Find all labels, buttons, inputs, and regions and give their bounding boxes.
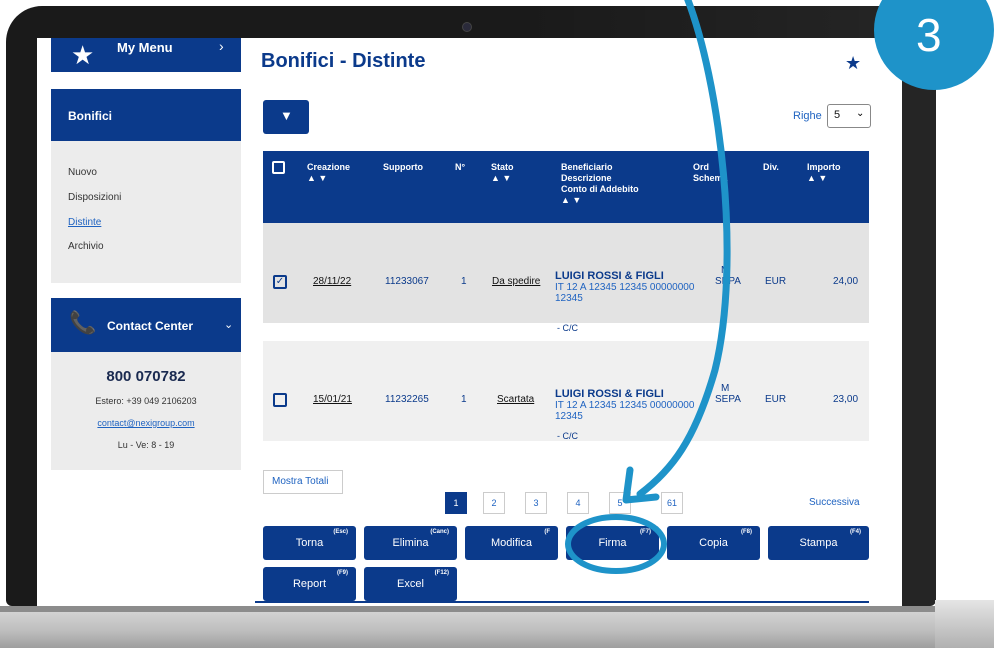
step-number: 3 — [916, 9, 942, 61]
arrow-icon — [565, 0, 731, 574]
highlight-circle — [565, 514, 667, 574]
laptop-frame: ★ My Menu › Bonifici Nuovo Disposizioni … — [0, 0, 994, 648]
